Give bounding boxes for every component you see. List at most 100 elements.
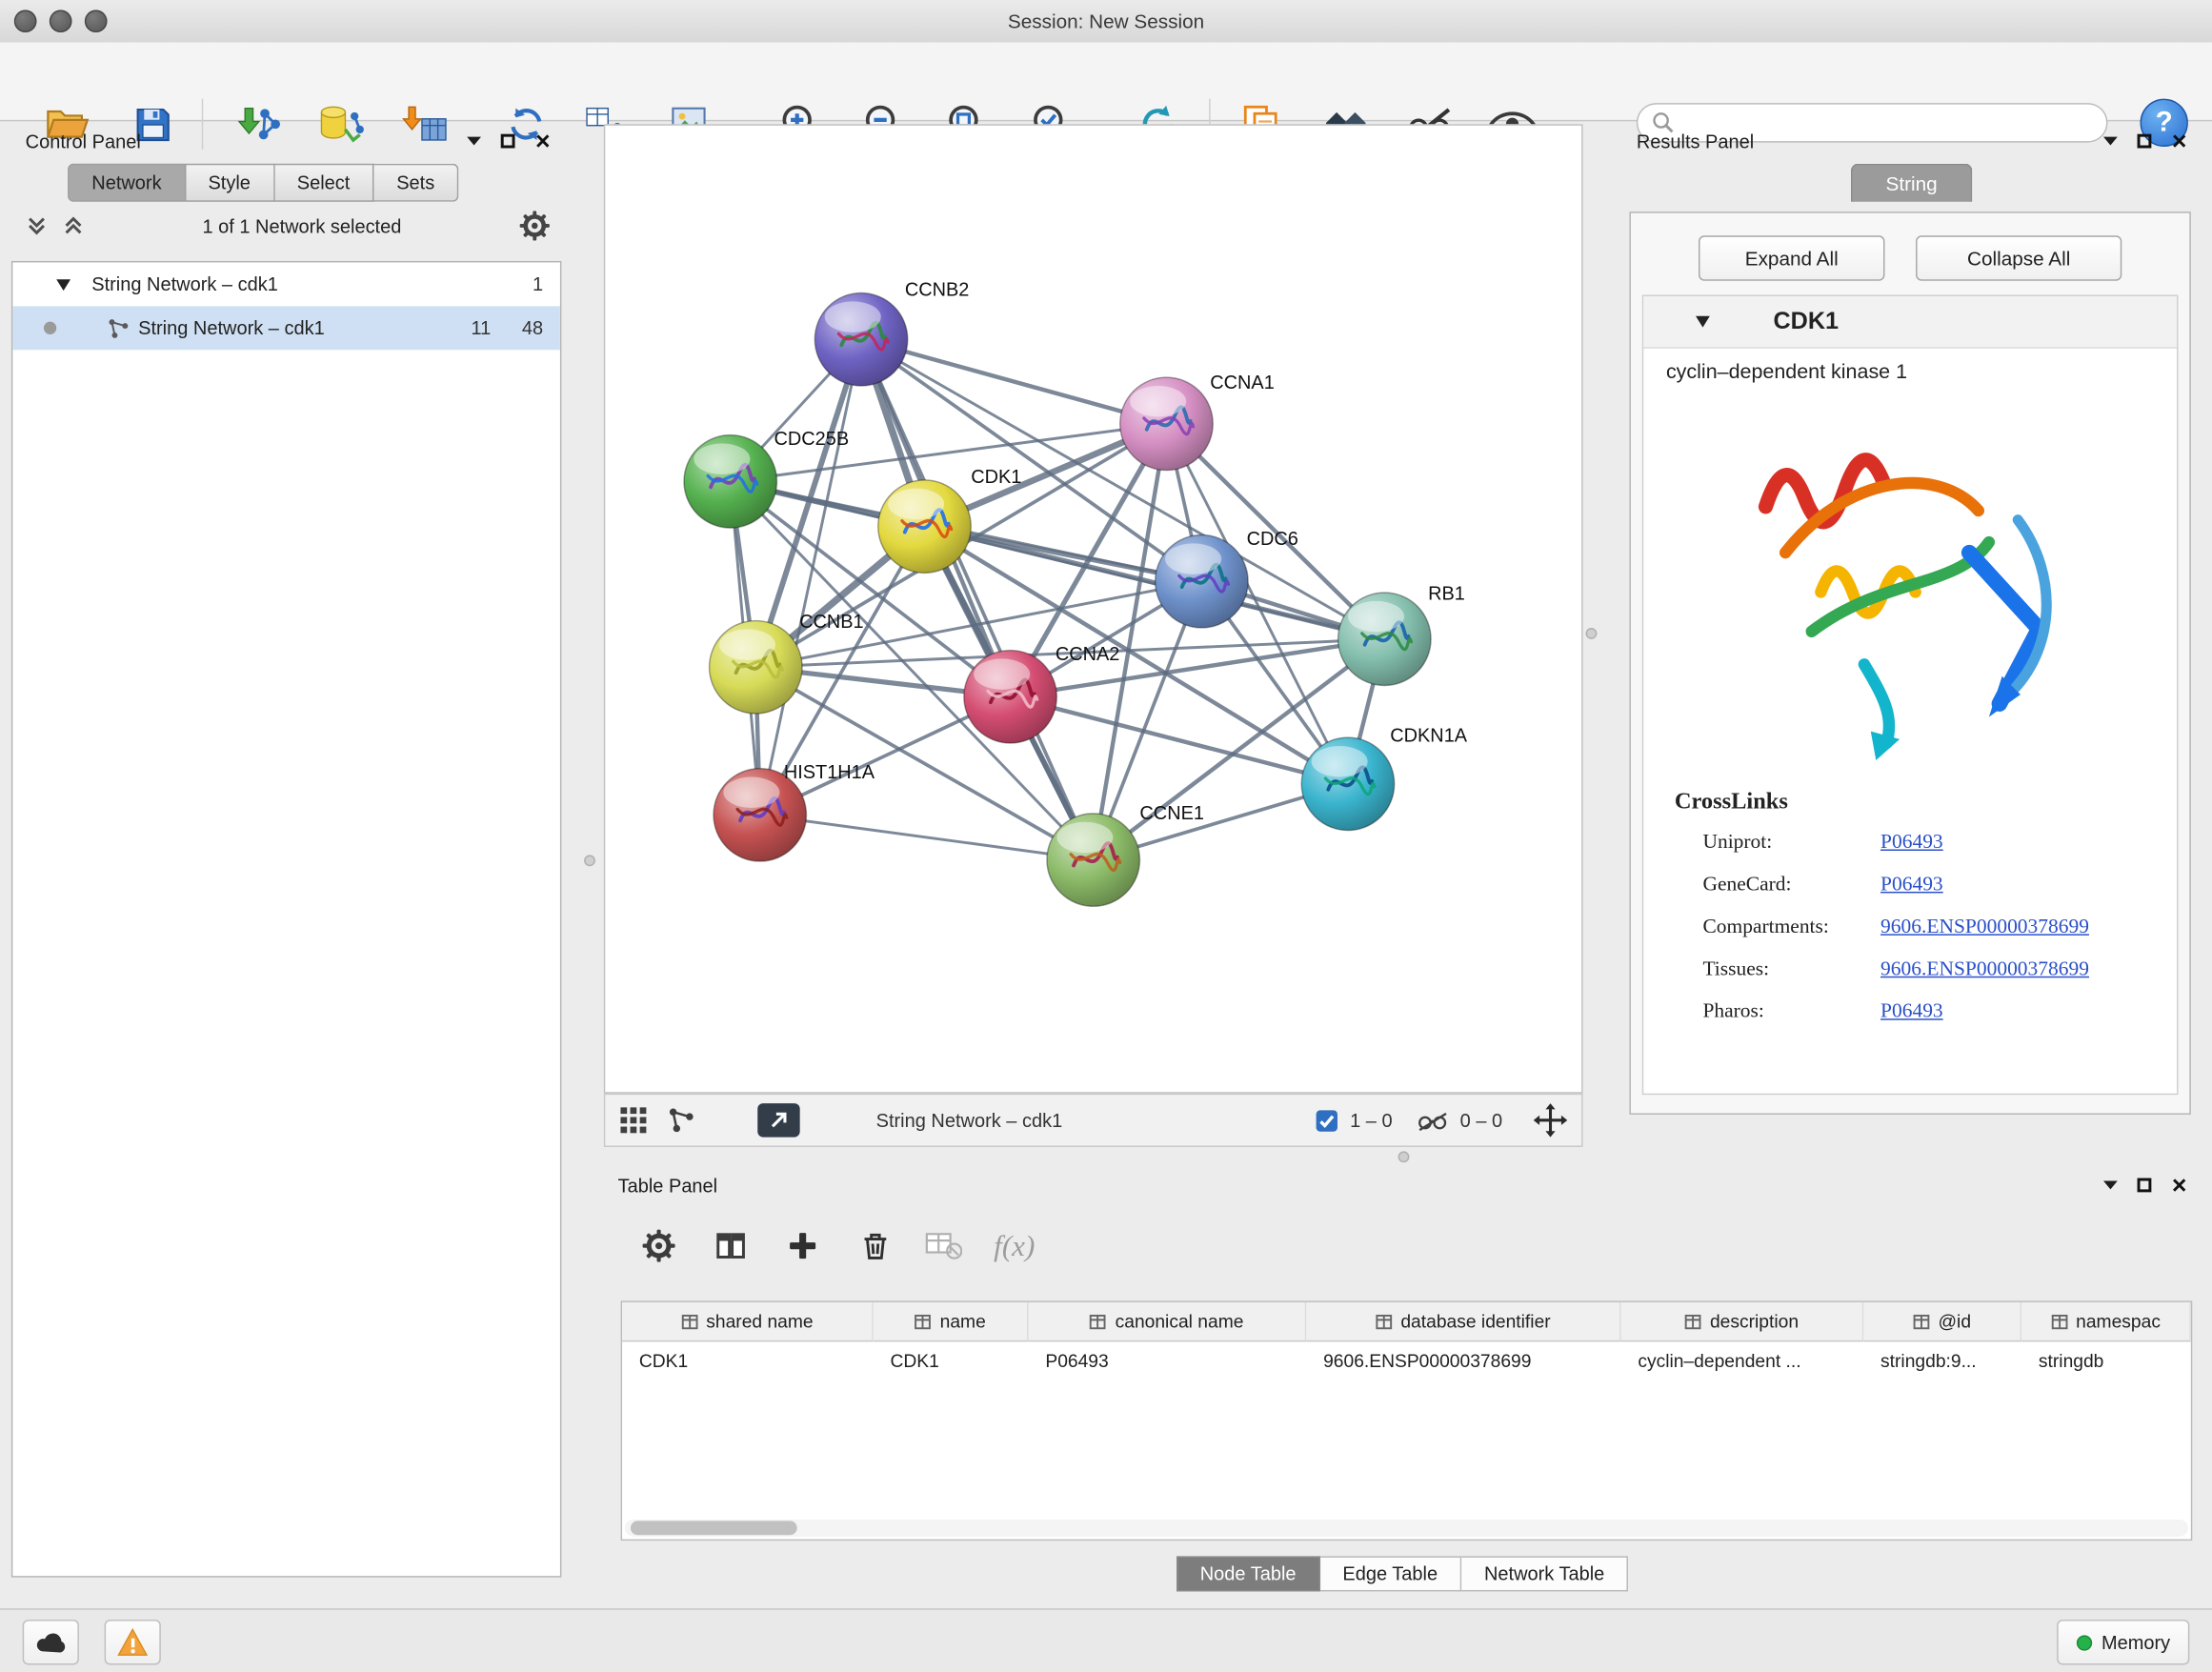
crosslink-row: Uniprot: P06493 — [1643, 821, 2177, 863]
close-panel-icon[interactable]: × — [535, 131, 551, 151]
column-sort-icon — [1376, 1313, 1393, 1330]
close-panel-icon[interactable]: × — [2172, 131, 2187, 151]
column-header[interactable]: @id — [1863, 1302, 2021, 1341]
zoom-window-icon[interactable] — [85, 10, 108, 32]
columns-icon — [714, 1229, 748, 1263]
gene-card-header[interactable]: CDK1 — [1643, 296, 2177, 349]
network-collection-row[interactable]: String Network – cdk1 1 — [12, 262, 560, 306]
float-panel-icon[interactable] — [2104, 137, 2119, 146]
application-window: Session: New Session — [0, 0, 2212, 1670]
network-node-CCNA2[interactable] — [964, 651, 1056, 743]
tab-network[interactable]: Network — [68, 164, 186, 202]
maximize-panel-icon[interactable] — [501, 134, 515, 149]
grid-icon[interactable] — [619, 1106, 648, 1135]
table-options-button[interactable] — [632, 1219, 685, 1272]
function-builder-button[interactable]: f(x) — [988, 1219, 1041, 1272]
table-panel: Table Panel × — [604, 1168, 2201, 1594]
splitter-handle[interactable] — [584, 855, 595, 866]
gene-description: cyclin–dependent kinase 1 — [1643, 349, 2177, 390]
splitter-handle[interactable] — [1586, 628, 1598, 639]
gene-card: CDK1 cyclin–dependent kinase 1 — [1642, 295, 2179, 1096]
column-header[interactable]: name — [874, 1302, 1029, 1341]
network-view-toolbar: String Network – cdk1 1 – 0 0 – 0 — [604, 1094, 1583, 1147]
main-toolbar: ? — [0, 42, 2212, 121]
cloud-button[interactable] — [23, 1620, 79, 1664]
node-label: HIST1H1A — [784, 762, 875, 783]
network-node-CCNB2[interactable] — [814, 293, 907, 386]
collection-count: 1 — [533, 273, 543, 294]
network-row[interactable]: String Network – cdk1 11 48 — [12, 306, 560, 350]
network-edge[interactable] — [861, 339, 1166, 424]
network-canvas[interactable]: CCNB2CCNA1CDC25BCDK1CDC6RB1CCNB1CCNA2CDK… — [604, 124, 1583, 1093]
close-panel-icon[interactable]: × — [2172, 1176, 2187, 1196]
pan-crosshair-icon[interactable] — [1534, 1103, 1568, 1138]
network-node-CDKN1A[interactable] — [1301, 737, 1394, 830]
network-node-CDK1[interactable] — [878, 480, 971, 573]
create-column-button[interactable] — [775, 1219, 829, 1272]
network-edge[interactable] — [1011, 696, 1348, 784]
network-node-CCNA1[interactable] — [1120, 377, 1213, 470]
node-label: CDKN1A — [1390, 726, 1468, 747]
float-panel-icon[interactable] — [2104, 1181, 2119, 1190]
collapse-all-button[interactable]: Collapse All — [1916, 235, 2122, 280]
disclosure-triangle-icon[interactable] — [1695, 314, 1712, 329]
network-node-CDC25B[interactable] — [684, 435, 776, 528]
tab-node-table[interactable]: Node Table — [1176, 1556, 1320, 1591]
network-edge[interactable] — [760, 339, 861, 815]
network-node-RB1[interactable] — [1338, 593, 1431, 685]
birdseye-toggle-button[interactable] — [757, 1103, 799, 1138]
arrow-up-right-icon — [769, 1110, 789, 1130]
scrollbar-thumb[interactable] — [631, 1521, 797, 1535]
delete-column-button[interactable] — [848, 1219, 901, 1272]
memory-button[interactable]: Memory — [2057, 1620, 2189, 1664]
column-header[interactable]: namespac — [2021, 1302, 2191, 1341]
tab-sets[interactable]: Sets — [374, 164, 459, 202]
column-header[interactable]: database identifier — [1306, 1302, 1620, 1341]
compartments-link[interactable]: 9606.ENSP00000378699 — [1880, 906, 2089, 948]
column-sort-icon — [1913, 1313, 1930, 1330]
network-edge[interactable] — [861, 339, 1094, 859]
network-edge[interactable] — [760, 815, 1094, 859]
splitter-handle[interactable] — [1398, 1151, 1410, 1162]
pharos-link[interactable]: P06493 — [1880, 991, 1943, 1033]
current-network-bullet-icon — [44, 322, 56, 334]
expand-all-button[interactable]: Expand All — [1699, 235, 1884, 280]
close-window-icon[interactable] — [14, 10, 37, 32]
tab-style[interactable]: Style — [186, 164, 274, 202]
title-bar: Session: New Session — [0, 0, 2212, 44]
maximize-panel-icon[interactable] — [2138, 1178, 2152, 1193]
tab-edge-table[interactable]: Edge Table — [1320, 1556, 1462, 1591]
disclosure-triangle-icon[interactable] — [55, 277, 72, 292]
warnings-button[interactable] — [105, 1620, 161, 1664]
show-columns-button[interactable] — [704, 1219, 757, 1272]
node-label: CCNA2 — [1056, 644, 1120, 665]
table-toolbar: f(x) — [604, 1205, 2201, 1284]
expand-all-icon[interactable] — [62, 214, 85, 237]
trash-icon — [858, 1229, 891, 1263]
maximize-panel-icon[interactable] — [2138, 134, 2152, 149]
tissues-link[interactable]: 9606.ENSP00000378699 — [1880, 948, 2089, 990]
float-panel-icon[interactable] — [468, 137, 482, 146]
column-header[interactable]: canonical name — [1029, 1302, 1307, 1341]
horizontal-scrollbar[interactable] — [625, 1520, 2188, 1537]
share-icon[interactable] — [667, 1106, 695, 1135]
hidden-glasses-icon[interactable] — [1418, 1110, 1449, 1131]
network-node-CCNE1[interactable] — [1047, 814, 1139, 906]
tab-network-table[interactable]: Network Table — [1461, 1556, 1628, 1591]
column-header[interactable]: description — [1621, 1302, 1864, 1341]
tab-select[interactable]: Select — [274, 164, 373, 202]
gear-icon[interactable] — [519, 211, 551, 242]
minimize-window-icon[interactable] — [50, 10, 72, 32]
network-node-CDC6[interactable] — [1156, 534, 1248, 627]
table-row[interactable]: CDK1 CDK1 P06493 9606.ENSP00000378699 cy… — [622, 1341, 2191, 1380]
uniprot-link[interactable]: P06493 — [1880, 821, 1943, 863]
column-header[interactable]: shared name — [622, 1302, 874, 1341]
collapse-all-icon[interactable] — [26, 214, 49, 237]
gear-icon — [642, 1229, 676, 1263]
network-node-CCNB1[interactable] — [710, 621, 802, 714]
column-sort-icon — [1090, 1313, 1107, 1330]
node-label: RB1 — [1428, 583, 1465, 604]
genecard-link[interactable]: P06493 — [1880, 863, 1943, 905]
selected-checkbox-icon[interactable] — [1315, 1108, 1338, 1132]
tab-string[interactable]: String — [1851, 164, 1972, 202]
